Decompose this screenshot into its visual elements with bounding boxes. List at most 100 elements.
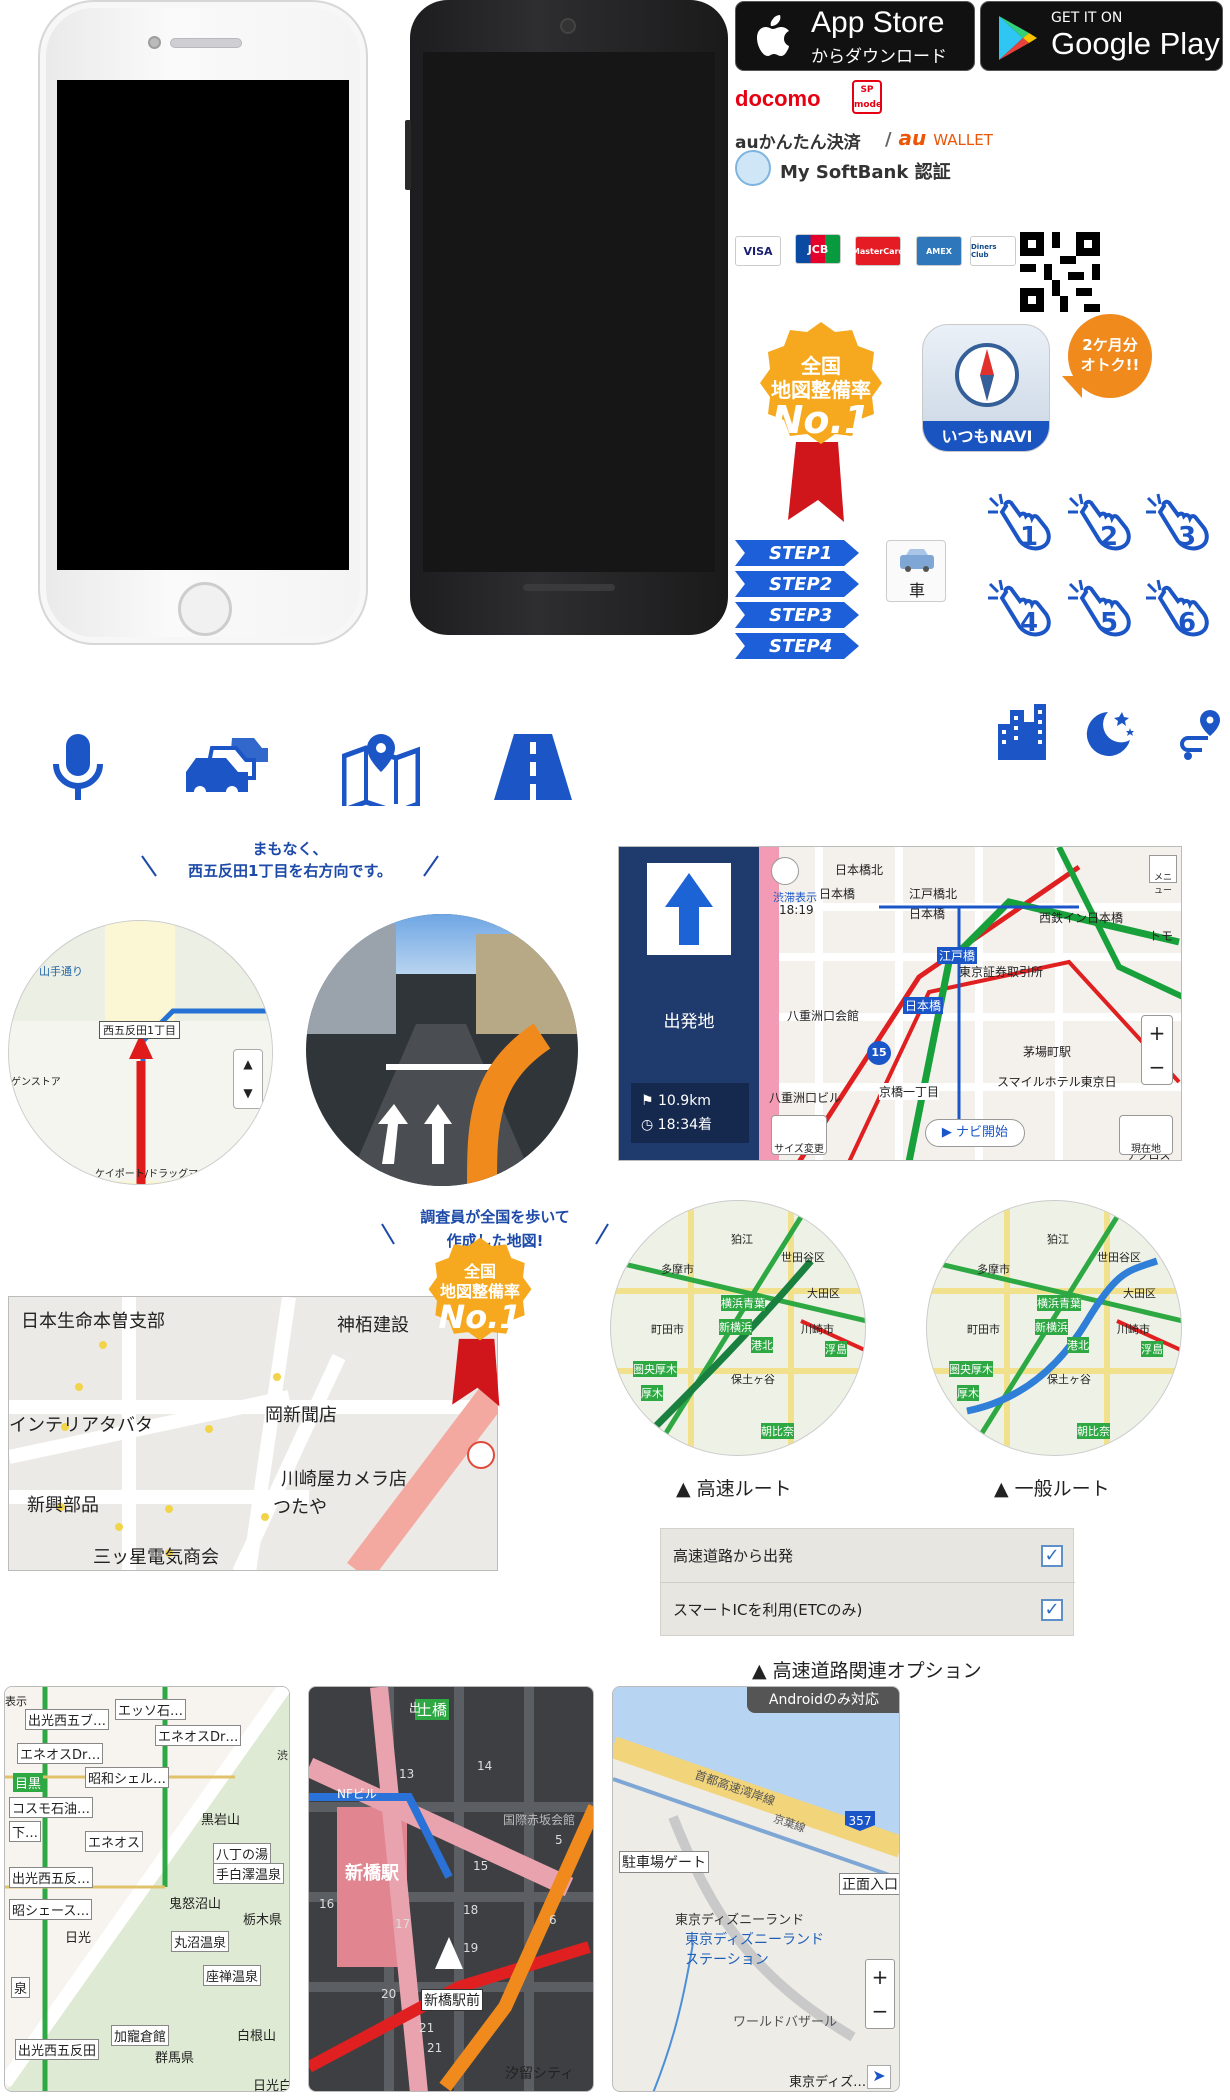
tap-hand-6-icon — [1146, 579, 1209, 637]
zoom-control[interactable]: ▲ ▼ — [233, 1049, 263, 1109]
au-wallet-logo: / au WALLET — [885, 126, 993, 150]
current-location-button[interactable]: 現在地 — [1119, 1115, 1173, 1155]
tap-hand-1-icon — [988, 493, 1051, 551]
navi-zoom-control[interactable]: + − — [1141, 1015, 1173, 1085]
poi-c-1: 正面入口 — [839, 1873, 899, 1895]
poi-b-6: NFビル — [337, 1787, 377, 1801]
option-row-1[interactable]: 高速道路から出発 ✓ — [661, 1529, 1075, 1583]
diners-card-icon: Diners Club — [970, 236, 1016, 266]
poi-a-13: 丸沼温泉 — [171, 1931, 230, 1952]
route-b-label-10: 大田区 — [1123, 1287, 1156, 1300]
poi-b-8: 5 — [555, 1833, 563, 1847]
google-play-button[interactable]: GET IT ON Google Play — [980, 1, 1223, 71]
tap-hand-5-icon — [1068, 579, 1131, 637]
google-play-get: GET IT ON — [1051, 10, 1123, 26]
locate-icon[interactable]: ➤ — [867, 2065, 891, 2089]
app-store-button[interactable]: App Store からダウンロード — [735, 1, 975, 71]
poi-c-0: 駐車場ゲート — [619, 1851, 709, 1873]
general-route-map: 多摩市 町田市 横浜青葉 圏央厚木 港北 新横浜 保土ヶ谷 朝比奈 浮島 川崎市… — [926, 1200, 1182, 1456]
route-a-label-7: 朝比奈 — [761, 1423, 794, 1439]
map1-sign: 西五反田1丁目 — [99, 1021, 180, 1039]
poi-a-16: 群馬県 — [155, 2051, 195, 2066]
step-1-label: STEP1 — [735, 540, 859, 566]
iphone-screen — [57, 80, 349, 570]
tap-number-4: 4 — [1020, 608, 1039, 638]
poi-a-10: 八丁の湯 — [213, 1843, 272, 1864]
poi-c-3: 東京ディズニーランドステーション — [685, 1932, 825, 1968]
poi-c-5: 東京ディズ… — [789, 2075, 867, 2090]
option-row-2-checkbox[interactable]: ✓ — [1041, 1599, 1063, 1621]
mastercard-icon: MasterCard — [852, 236, 904, 266]
tap-hand-3-icon — [1146, 493, 1209, 551]
step-4-label: STEP4 — [735, 633, 859, 659]
visa-card-icon: VISA — [735, 236, 781, 266]
compass-icon — [955, 343, 1019, 407]
poi-a-8: 出光西五反… — [9, 1867, 94, 1888]
poi-b-14: 14 — [477, 1759, 493, 1773]
tap-number-1: 1 — [1020, 522, 1039, 552]
buildings-icon — [998, 704, 1046, 760]
route-b-label-7: 朝比奈 — [1077, 1423, 1110, 1439]
car-mode-button[interactable]: 車 — [886, 540, 946, 602]
detail-label-0: 日本生命本曽支部 — [21, 1311, 165, 1332]
tap-hand-2-icon — [1068, 493, 1131, 551]
step-3-label: STEP3 — [735, 602, 859, 628]
trip-distance: ⚑ 10.9km — [641, 1093, 711, 1109]
size-change-button[interactable]: サイズ変更 — [771, 1115, 827, 1155]
tap-number-5: 5 — [1100, 608, 1119, 638]
detail-label-7: 三ッ星電気商会 — [93, 1547, 219, 1568]
iphone-home-button — [178, 582, 232, 636]
softbank-label: My SoftBank 認証 — [780, 162, 951, 183]
poi-b-2: 新橋駅前 — [421, 1989, 483, 2011]
navi-label-10: 日本橋 — [903, 997, 944, 1014]
google-play-icon — [999, 16, 1037, 60]
poi-a-26: 出光西五反田 — [15, 2039, 100, 2060]
route-b-label-6: 保土ヶ谷 — [1047, 1373, 1091, 1386]
start-navi-button[interactable]: ▶ ナビ開始 — [925, 1119, 1025, 1147]
detail-label-4: 川崎屋カメラ店 — [281, 1469, 407, 1490]
highway-route-map: 多摩市 町田市 横浜青葉 圏央厚木 港北 新横浜 保土ヶ谷 朝比奈 浮島 川崎市… — [610, 1200, 866, 1456]
poi-b-18: 21 — [427, 2041, 443, 2055]
poi-a-22: 渋 — [277, 1749, 288, 1762]
poi-a-15: 加寵倉館 — [111, 2025, 170, 2046]
badge2-line3: No.1 — [438, 1298, 522, 1336]
route-a-label-3: 圏央厚木 — [633, 1361, 677, 1377]
iphone-speaker — [170, 38, 242, 48]
navi-label-9: 八重洲口ビル — [769, 1091, 842, 1105]
trip-arrival: ◷ 18:34着 — [641, 1117, 713, 1133]
navi-label-3: 江戸橋 — [937, 947, 978, 964]
disney-zoom-control[interactable]: + − — [865, 1959, 895, 2029]
softbank-mascot-icon — [735, 150, 771, 186]
route-b-label-12: 狛江 — [1047, 1233, 1069, 1246]
night-mode-icon — [1086, 712, 1134, 756]
poi-a-4: 昭和シェル… — [85, 1767, 170, 1788]
option-row-1-checkbox[interactable]: ✓ — [1041, 1545, 1063, 1567]
highway-route-caption: ▲ 高速ルート — [676, 1478, 792, 1500]
navi-label-12: 西鉄イン日本橋 — [1039, 911, 1124, 925]
highway-icon — [494, 734, 572, 800]
compass-button[interactable] — [771, 857, 799, 885]
poi-b-15: 15 — [473, 1859, 489, 1873]
depart-label: 出発地 — [663, 1012, 715, 1032]
tap-number-6: 6 — [1178, 608, 1197, 638]
current-position-icon — [467, 1441, 495, 1469]
detail-label-3: インテリアタバタ — [9, 1415, 153, 1436]
route-a-label-13: 厚木 — [641, 1385, 663, 1401]
poi-b-4: 国際赤坂会館 — [503, 1813, 576, 1827]
poi-a-23: 泉 — [11, 1977, 31, 1998]
poi-a-12: 鬼怒沼山 — [169, 1897, 222, 1912]
tap-number-3: 3 — [1178, 522, 1197, 552]
option-row-2[interactable]: スマートICを利用(ETCのみ) ✓ — [661, 1583, 1075, 1637]
route-b-label-4: 港北 — [1067, 1337, 1089, 1353]
apple-icon — [757, 15, 789, 56]
promo-line1: 2ケ月分 — [1082, 336, 1138, 354]
menu-button[interactable]: メニュー — [1149, 855, 1177, 896]
step-2-label: STEP2 — [735, 571, 859, 597]
au-wallet-slash: / — [885, 129, 892, 150]
highway-options-panel: 高速道路から出発 ✓ スマートICを利用(ETCのみ) ✓ — [660, 1528, 1075, 1637]
route-b-label-9: 川崎市 — [1117, 1323, 1150, 1336]
poi-a-2: エネオスDr… — [155, 1725, 242, 1746]
car-mode-label: 車 — [908, 581, 925, 600]
android-only-badge: Androidのみ対応 — [747, 1687, 899, 1713]
option-row-2-label: スマートICを利用(ETCのみ) — [673, 1601, 863, 1619]
